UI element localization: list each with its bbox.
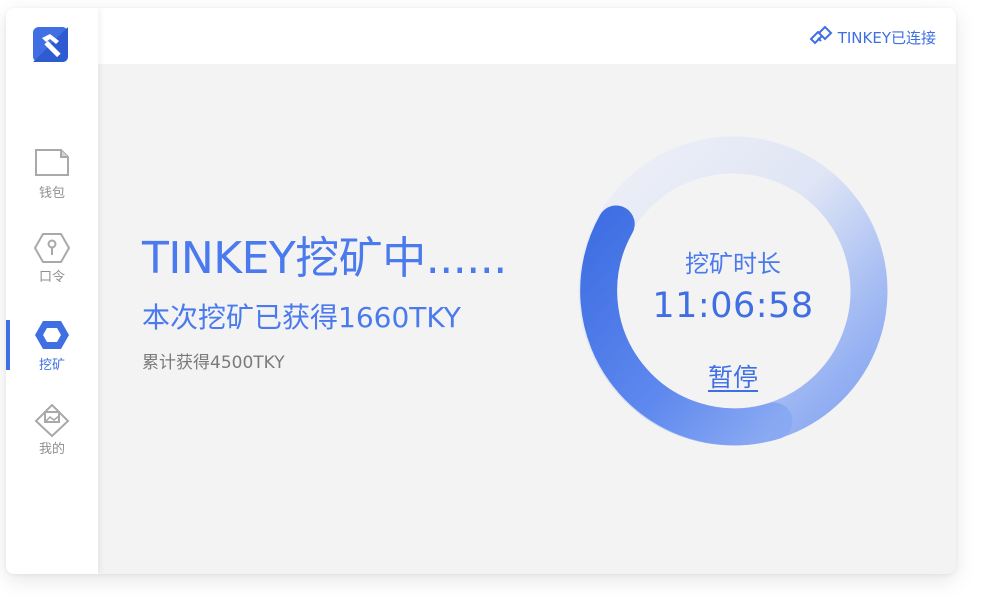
header: TINKEY已连接 bbox=[98, 8, 956, 64]
total-earned-text: 累计获得4500TKY bbox=[142, 353, 285, 373]
sidebar: 钱包 口令 挖矿 我的 bbox=[6, 8, 98, 574]
connection-status[interactable]: TINKEY已连接 bbox=[808, 24, 936, 50]
wallet-icon bbox=[35, 149, 69, 176]
session-earned-text: 本次挖矿已获得1660TKY bbox=[142, 301, 461, 334]
sidebar-item-label: 挖矿 bbox=[38, 358, 65, 373]
hammer-logo-icon bbox=[33, 27, 68, 62]
sidebar-item-label: 钱包 bbox=[38, 186, 65, 201]
sidebar-item-mining[interactable]: 挖矿 bbox=[6, 320, 98, 382]
app-window: 钱包 口令 挖矿 我的 TINKEY已连接 TINKEY挖矿中...... 本次… bbox=[6, 8, 956, 574]
profile-diamond-icon bbox=[34, 404, 70, 438]
sidebar-item-label: 口令 bbox=[38, 270, 65, 285]
timer-label: 挖矿时长 bbox=[685, 250, 781, 278]
mining-status-title: TINKEY挖矿中...... bbox=[142, 233, 507, 284]
sidebar-item-wallet[interactable]: 钱包 bbox=[6, 148, 98, 210]
sidebar-item-label: 我的 bbox=[38, 442, 65, 457]
sidebar-item-profile[interactable]: 我的 bbox=[6, 404, 98, 466]
connection-status-text: TINKEY已连接 bbox=[837, 28, 936, 47]
pause-button[interactable]: 暂停 bbox=[703, 358, 763, 394]
sidebar-item-password[interactable]: 口令 bbox=[6, 232, 98, 294]
timer-value: 11:06:58 bbox=[652, 286, 814, 326]
tinkey-device-icon bbox=[809, 25, 833, 45]
mining-hexagon-icon bbox=[35, 321, 69, 349]
key-hexagon-icon bbox=[33, 233, 71, 263]
mining-timer-ring: 挖矿时长 11:06:58 暂停 bbox=[578, 136, 888, 446]
